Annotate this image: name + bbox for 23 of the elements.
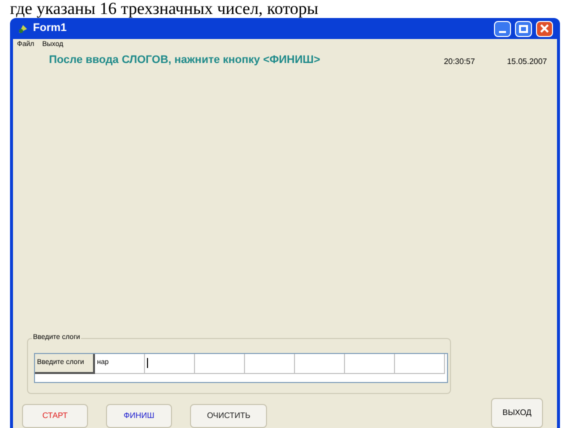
close-button[interactable] bbox=[536, 20, 553, 36]
action-button[interactable]: ФИНИШ bbox=[106, 404, 172, 428]
date-label: 15.05.2007 bbox=[506, 56, 547, 68]
instruction-text: После ввода СЛОГОВ, нажните кнопку <ФИНИШ> bbox=[49, 53, 320, 68]
time-label: 20:30:57 bbox=[444, 56, 475, 68]
exit-button[interactable]: ВЫХОД bbox=[491, 398, 543, 428]
maximize-button[interactable] bbox=[515, 20, 532, 36]
action-button[interactable]: ОЧИСТИТЬ bbox=[190, 404, 268, 428]
grid-cell[interactable] bbox=[295, 354, 345, 374]
close-icon bbox=[540, 24, 549, 33]
app-icon bbox=[17, 22, 29, 34]
window-title: Form1 bbox=[33, 21, 67, 36]
minimize-icon bbox=[499, 30, 506, 32]
grid-cell[interactable] bbox=[145, 354, 195, 374]
minimize-button[interactable] bbox=[494, 20, 511, 36]
grid-cell[interactable] bbox=[345, 354, 395, 374]
maximize-icon bbox=[519, 24, 528, 32]
action-button[interactable]: СТАРТ bbox=[22, 404, 88, 428]
grid-cell[interactable] bbox=[245, 354, 295, 374]
grid-cell[interactable] bbox=[195, 354, 245, 374]
text-cursor bbox=[147, 358, 148, 368]
grid-cell[interactable] bbox=[395, 354, 445, 374]
document-text: где указаны 16 трехзначных чисел, которы bbox=[10, 0, 318, 18]
